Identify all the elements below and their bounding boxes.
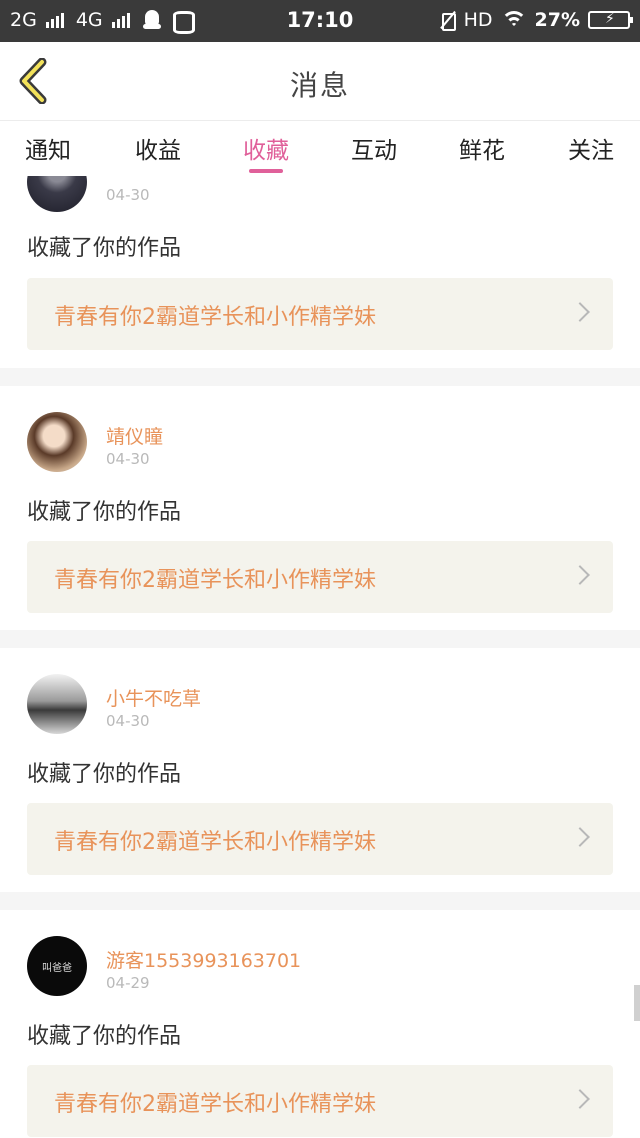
tab-bar: 通知 收益 收藏 互动 鲜花 关注 — [0, 120, 640, 176]
active-tab-indicator — [249, 169, 283, 173]
work-title: 青春有你2霸道学长和小作精学妹 — [54, 1092, 376, 1117]
tab-notifications[interactable]: 通知 — [3, 131, 93, 165]
avatar[interactable] — [27, 412, 87, 472]
message-date: 04-29 — [106, 974, 150, 992]
list-item: 04-30 收藏了你的作品 青春有你2霸道学长和小作精学妹 — [0, 176, 640, 368]
work-title: 青春有你2霸道学长和小作精学妹 — [54, 830, 376, 855]
scrollbar[interactable] — [634, 985, 640, 1021]
work-link[interactable]: 青春有你2霸道学长和小作精学妹 — [27, 803, 613, 875]
message-action: 收藏了你的作品 — [27, 1024, 182, 1049]
title-bar: 消息 — [0, 42, 640, 120]
username[interactable]: 小牛不吃草 — [106, 684, 201, 711]
message-list[interactable]: 04-30 收藏了你的作品 青春有你2霸道学长和小作精学妹 靖仪瞳 04-30 … — [0, 176, 640, 1138]
username[interactable]: 靖仪瞳 — [106, 422, 163, 449]
page-title: 消息 — [289, 69, 350, 102]
avatar[interactable] — [27, 176, 87, 212]
message-date: 04-30 — [106, 450, 150, 468]
divider — [0, 368, 640, 386]
tab-interactions[interactable]: 互动 — [329, 131, 419, 165]
battery-percent: 27% — [534, 9, 580, 31]
avatar[interactable] — [27, 674, 87, 734]
list-item: 靖仪瞳 04-30 收藏了你的作品 青春有你2霸道学长和小作精学妹 — [0, 386, 640, 630]
message-date: 04-30 — [106, 712, 150, 730]
tab-favorites[interactable]: 收藏 — [221, 131, 311, 165]
divider — [0, 892, 640, 910]
chevron-right-icon — [570, 827, 590, 847]
tab-flowers[interactable]: 鲜花 — [437, 131, 527, 165]
tab-follows[interactable]: 关注 — [546, 131, 636, 165]
chevron-right-icon — [570, 302, 590, 322]
status-bar: 2G 4G 17:10 HD 27% ⚡ — [0, 0, 640, 42]
list-item: 小牛不吃草 04-30 收藏了你的作品 青春有你2霸道学长和小作精学妹 — [0, 648, 640, 892]
divider — [0, 630, 640, 648]
message-action: 收藏了你的作品 — [27, 762, 182, 787]
work-title: 青春有你2霸道学长和小作精学妹 — [54, 305, 376, 330]
username[interactable]: 游客1553993163701 — [106, 946, 301, 973]
message-date: 04-30 — [106, 186, 150, 204]
battery-icon: ⚡ — [588, 11, 633, 29]
work-title: 青春有你2霸道学长和小作精学妹 — [54, 568, 376, 593]
chevron-right-icon — [570, 1089, 590, 1109]
message-action: 收藏了你的作品 — [27, 236, 182, 261]
work-link[interactable]: 青春有你2霸道学长和小作精学妹 — [27, 541, 613, 613]
list-item: 叫爸爸 游客1553993163701 04-29 收藏了你的作品 青春有你2霸… — [0, 910, 640, 1138]
message-action: 收藏了你的作品 — [27, 500, 182, 525]
mute-icon — [440, 11, 456, 31]
status-right: HD 27% ⚡ — [440, 9, 633, 31]
chevron-right-icon — [570, 565, 590, 585]
tab-earnings[interactable]: 收益 — [113, 131, 203, 165]
work-link[interactable]: 青春有你2霸道学长和小作精学妹 — [27, 278, 613, 350]
avatar-text: 叫爸爸 — [42, 962, 72, 974]
work-link[interactable]: 青春有你2霸道学长和小作精学妹 — [27, 1065, 613, 1137]
wifi-icon — [500, 11, 527, 29]
avatar[interactable]: 叫爸爸 — [27, 936, 87, 996]
hd-label: HD — [463, 9, 493, 31]
